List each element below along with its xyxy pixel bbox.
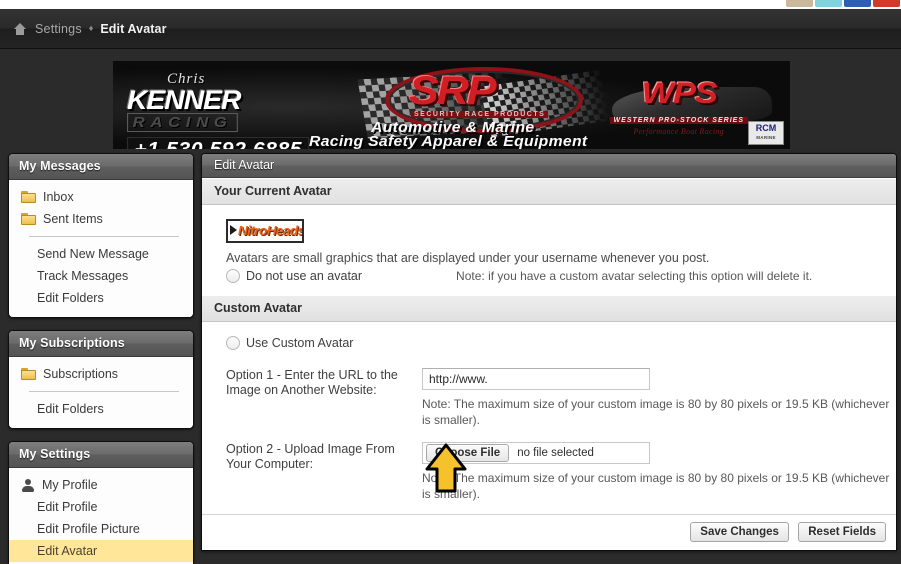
banner-wps: WPS [641, 77, 717, 110]
folder-icon [21, 191, 36, 203]
radio-label-do-not-use-avatar: Do not use an avatar [246, 269, 363, 283]
sidebar-item-inbox[interactable]: Inbox [9, 186, 193, 208]
section-body-custom-avatar: Use Custom Avatar Option 1 - Enter the U… [202, 322, 896, 514]
home-icon[interactable] [14, 22, 26, 35]
sidebar-item-label: Edit Profile [37, 500, 98, 514]
section-heading-current-avatar: Your Current Avatar [202, 178, 896, 205]
sidebar-item-label: Edit Avatar [37, 544, 98, 558]
sidebar-item-label: Subscriptions [43, 367, 119, 381]
banner-racing: RACING [127, 113, 239, 132]
sponsor-banner[interactable]: Chris KENNER RACING +1 530 592 6885 SRP … [113, 61, 790, 149]
bookmark-tile-1[interactable] [786, 0, 813, 7]
sidebar-item-edit-folders-subscriptions[interactable]: Edit Folders [9, 398, 193, 420]
option1-row: Option 1 - Enter the URL to the Image on… [226, 368, 889, 428]
rcm-text: RCM [755, 123, 777, 133]
bookmark-tile-3[interactable] [844, 0, 871, 7]
section-body-current-avatar: NitroHeads Avatars are small graphics th… [202, 205, 896, 295]
banner-kenner: KENNER [127, 85, 241, 115]
folder-icon [21, 368, 36, 380]
banner-srp-line2: Racing Safety Apparel & Equipment [309, 133, 588, 149]
section-heading-custom-avatar: Custom Avatar [202, 295, 896, 322]
sidebar-item-edit-avatar[interactable]: Edit Avatar [9, 540, 193, 562]
sidebar-item-subscriptions[interactable]: Subscriptions [9, 363, 193, 385]
banner-wps-script: Performance Boat Racing [633, 127, 724, 136]
radio-label-use-custom-avatar: Use Custom Avatar [246, 336, 354, 350]
choose-file-button[interactable]: Choose File [426, 444, 510, 462]
sidebar-card-body-subscriptions: Subscriptions Edit Folders [9, 357, 193, 428]
sidebar-card-title-settings: My Settings [9, 442, 193, 468]
sidebar-item-label: Edit Folders [37, 291, 104, 305]
radio-use-custom-avatar[interactable] [226, 336, 240, 350]
banner-srp-sub: SECURITY RACE PRODUCTS [411, 111, 549, 118]
do-not-use-avatar-row[interactable]: Do not use an avatar Note: if you have a… [226, 269, 884, 283]
sidebar-item-label: My Profile [42, 478, 98, 492]
page-title: Edit Avatar [202, 154, 896, 178]
reset-fields-button[interactable]: Reset Fields [798, 522, 886, 542]
bookmark-tile-4[interactable] [873, 0, 900, 7]
use-custom-avatar-row[interactable]: Use Custom Avatar [226, 336, 884, 350]
sidebar-divider [29, 236, 179, 237]
person-icon [21, 478, 35, 492]
banner-srp: SRP [409, 69, 497, 113]
option2-field: Choose File no file selected Note: The m… [422, 442, 892, 502]
breadcrumb-current: Edit Avatar [100, 21, 167, 36]
sidebar-item-label: Edit Profile Picture [37, 522, 140, 536]
sidebar-card-settings: My Settings My Profile Edit Profile Edit… [8, 441, 194, 564]
sidebar-item-edit-profile[interactable]: Edit Profile [9, 496, 193, 518]
sidebar-item-sent-items[interactable]: Sent Items [9, 208, 193, 230]
sidebar-item-send-new-message[interactable]: Send New Message [9, 243, 193, 265]
sidebar-item-my-profile[interactable]: My Profile [9, 474, 193, 496]
browser-bookmarks-strip [0, 0, 901, 9]
banner-wps-sub: WESTERN PRO-STOCK SERIES [609, 117, 748, 124]
option1-field: Note: The maximum size of your custom im… [422, 368, 892, 428]
sidebar-item-label: Edit Folders [37, 402, 104, 416]
sidebar-item-label: Send New Message [37, 247, 149, 261]
file-upload-control[interactable]: Choose File no file selected [422, 442, 650, 464]
page-root: Settings ♦ Edit Avatar Chris KENNER RACI… [0, 0, 901, 564]
sidebar-card-body-messages: Inbox Sent Items Send New Message Track … [9, 180, 193, 317]
sidebar-item-track-messages[interactable]: Track Messages [9, 265, 193, 287]
sidebar-item-label: Inbox [43, 190, 74, 204]
banner-phone: +1 530 592 6885 [127, 137, 310, 149]
sidebar-divider [29, 391, 179, 392]
current-avatar-image: NitroHeads [226, 219, 304, 243]
bookmark-tile-2[interactable] [815, 0, 842, 7]
form-action-bar: Save Changes Reset Fields [202, 514, 896, 550]
sidebar-card-subscriptions: My Subscriptions Subscriptions Edit Fold… [8, 330, 194, 429]
avatar-wordmark: NitroHeads [238, 223, 304, 238]
option1-note: Note: The maximum size of your custom im… [422, 397, 890, 427]
avatar-url-input[interactable] [422, 368, 650, 390]
sidebar-card-title-subscriptions: My Subscriptions [9, 331, 193, 357]
rcm-sub: MARINE [756, 135, 776, 140]
sidebar-item-label: Sent Items [43, 212, 103, 226]
sidebar-item-edit-profile-picture[interactable]: Edit Profile Picture [9, 518, 193, 540]
do-not-use-avatar-note: Note: if you have a custom avatar select… [456, 269, 813, 283]
option2-label: Option 2 - Upload Image From Your Comput… [226, 442, 395, 471]
option1-label: Option 1 - Enter the URL to the Image on… [226, 368, 398, 397]
wps-logo: WPS WESTERN PRO-STOCK SERIES Performance… [609, 77, 748, 136]
option2-note: Note: The maximum size of your custom im… [422, 471, 890, 501]
file-status-label: no file selected [517, 447, 594, 459]
breadcrumb-separator-icon: ♦ [88, 22, 94, 33]
folder-icon [21, 213, 36, 225]
save-changes-button[interactable]: Save Changes [690, 522, 789, 542]
sidebar-card-title-messages: My Messages [9, 154, 193, 180]
breadcrumb-settings[interactable]: Settings [35, 22, 82, 36]
sidebar: My Messages Inbox Sent Items Send New Me… [8, 153, 194, 564]
main-panel: Edit Avatar Your Current Avatar NitroHea… [201, 153, 897, 551]
sidebar-item-edit-folders-messages[interactable]: Edit Folders [9, 287, 193, 309]
radio-do-not-use-avatar[interactable] [226, 269, 240, 283]
rcm-logo: RCM MARINE [748, 121, 784, 145]
current-avatar-description: Avatars are small graphics that are disp… [226, 251, 710, 265]
sidebar-item-label: Track Messages [37, 269, 129, 283]
option2-row: Option 2 - Upload Image From Your Comput… [226, 442, 889, 502]
sidebar-card-body-settings: My Profile Edit Profile Edit Profile Pic… [9, 468, 193, 564]
avatar-arrow-icon [230, 225, 237, 235]
banner-art: Chris KENNER RACING +1 530 592 6885 SRP … [113, 61, 790, 149]
breadcrumb: Settings ♦ Edit Avatar [0, 9, 901, 49]
sidebar-card-messages: My Messages Inbox Sent Items Send New Me… [8, 153, 194, 318]
